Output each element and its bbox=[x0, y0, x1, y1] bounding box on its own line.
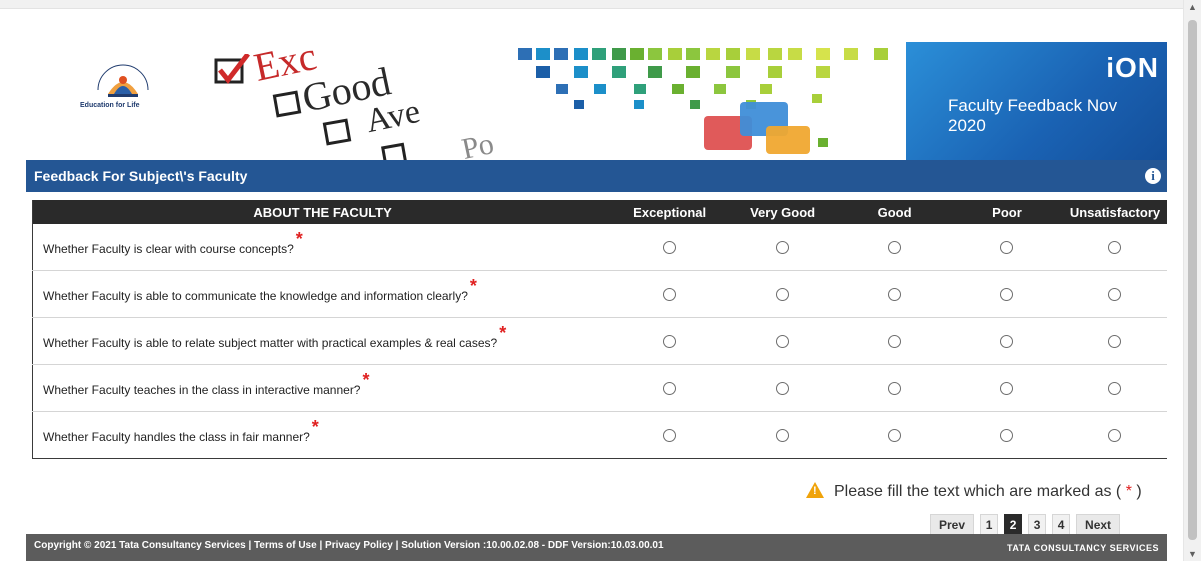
table-row: Whether Faculty is clear with course con… bbox=[32, 224, 1167, 271]
radio-poor[interactable] bbox=[1000, 428, 1014, 442]
speech-bubble-orange-icon bbox=[766, 126, 810, 154]
university-logo-icon bbox=[97, 64, 149, 97]
feedback-banner: Education for Life Exc Good Ave Po iON F… bbox=[26, 42, 1167, 160]
radio-unsatisfactory[interactable] bbox=[1108, 240, 1122, 254]
copyright-text: Copyright © 2021 Tata Consultancy Servic… bbox=[34, 540, 664, 551]
section-header-bar: Feedback For Subject\'s Faculty i bbox=[26, 160, 1167, 192]
section-title: Feedback For Subject\'s Faculty bbox=[34, 168, 248, 184]
faculty-rating-table: ABOUT THE FACULTY Exceptional Very Good … bbox=[32, 200, 1167, 459]
table-row: Whether Faculty is able to relate subjec… bbox=[32, 317, 1167, 365]
radio-poor[interactable] bbox=[1000, 334, 1014, 348]
radio-exceptional[interactable] bbox=[663, 240, 677, 254]
radio-poor[interactable] bbox=[1000, 287, 1014, 301]
radio-unsatisfactory[interactable] bbox=[1108, 381, 1122, 395]
page-button-1[interactable]: 1 bbox=[980, 514, 999, 536]
radio-very-good[interactable] bbox=[776, 287, 790, 301]
required-mark: * bbox=[469, 276, 477, 296]
feedback-title: Faculty Feedback Nov 2020 bbox=[948, 96, 1118, 135]
radio-good[interactable] bbox=[888, 287, 902, 301]
page-button-4[interactable]: 4 bbox=[1052, 514, 1071, 536]
rating-column-header: Exceptional bbox=[612, 200, 728, 224]
radio-unsatisfactory[interactable] bbox=[1108, 428, 1122, 442]
tcs-logo: TATA CONSULTANCY SERVICES bbox=[1007, 543, 1159, 553]
question-text: Whether Faculty handles the class in fai… bbox=[43, 430, 310, 444]
warning-required-mark: * bbox=[1125, 483, 1132, 500]
radio-very-good[interactable] bbox=[776, 428, 790, 442]
radio-exceptional[interactable] bbox=[663, 381, 677, 395]
question-text: Whether Faculty teaches in the class in … bbox=[43, 383, 361, 397]
radio-good[interactable] bbox=[888, 240, 902, 254]
question-text: Whether Faculty is able to communicate t… bbox=[43, 289, 468, 303]
rating-column-header: Poor bbox=[951, 200, 1063, 224]
question-cell: Whether Faculty is clear with course con… bbox=[32, 224, 613, 271]
scroll-up-arrow-icon[interactable]: ▲ bbox=[1184, 0, 1201, 14]
rating-column-header: Very Good bbox=[727, 200, 839, 224]
radio-good[interactable] bbox=[888, 428, 902, 442]
feedback-form-frame: Education for Life Exc Good Ave Po iON F… bbox=[26, 42, 1167, 561]
required-mark: * bbox=[295, 229, 303, 249]
required-mark: * bbox=[362, 370, 370, 390]
table-row: Whether Faculty teaches in the class in … bbox=[32, 364, 1167, 412]
scroll-down-arrow-icon[interactable]: ▼ bbox=[1184, 547, 1201, 561]
question-cell: Whether Faculty is able to communicate t… bbox=[32, 270, 613, 318]
warning-icon: ! bbox=[806, 482, 824, 498]
radio-poor[interactable] bbox=[1000, 381, 1014, 395]
question-cell: Whether Faculty is able to relate subjec… bbox=[32, 317, 613, 365]
radio-exceptional[interactable] bbox=[663, 334, 677, 348]
required-fields-warning: ! Please fill the text which are marked a… bbox=[806, 480, 1142, 501]
radio-good[interactable] bbox=[888, 334, 902, 348]
warning-text: Please fill the text which are marked as… bbox=[834, 483, 1122, 500]
question-column-header: ABOUT THE FACULTY bbox=[32, 200, 613, 224]
info-icon[interactable]: i bbox=[1145, 168, 1161, 184]
table-row: Whether Faculty handles the class in fai… bbox=[33, 412, 1168, 459]
radio-exceptional[interactable] bbox=[663, 428, 677, 442]
radio-very-good[interactable] bbox=[776, 240, 790, 254]
radio-very-good[interactable] bbox=[776, 381, 790, 395]
radio-exceptional[interactable] bbox=[663, 287, 677, 301]
scrollbar-thumb[interactable] bbox=[1188, 20, 1197, 540]
rating-column-header: Unsatisfactory bbox=[1062, 200, 1167, 224]
footer: Copyright © 2021 Tata Consultancy Servic… bbox=[26, 534, 1167, 561]
table-header-row: ABOUT THE FACULTY Exceptional Very Good … bbox=[32, 200, 1167, 224]
table-row: Whether Faculty is able to communicate t… bbox=[32, 270, 1167, 318]
required-mark: * bbox=[499, 323, 507, 343]
prev-page-button[interactable]: Prev bbox=[930, 514, 975, 536]
radio-good[interactable] bbox=[888, 381, 902, 395]
browser-top-edge bbox=[0, 0, 1201, 9]
banner-word-poor: Po bbox=[458, 127, 497, 160]
ion-logo: iON bbox=[1106, 52, 1159, 83]
next-page-button[interactable]: Next bbox=[1076, 514, 1121, 536]
warning-close-paren: ) bbox=[1136, 483, 1142, 500]
radio-very-good[interactable] bbox=[776, 334, 790, 348]
required-mark: * bbox=[311, 417, 319, 437]
question-text: Whether Faculty is able to relate subjec… bbox=[43, 336, 498, 350]
logo-tagline: Education for Life bbox=[80, 102, 140, 109]
page-button-3[interactable]: 3 bbox=[1028, 514, 1047, 536]
page-button-2[interactable]: 2 bbox=[1004, 514, 1023, 536]
radio-poor[interactable] bbox=[1000, 240, 1014, 254]
question-text: Whether Faculty is clear with course con… bbox=[43, 242, 294, 256]
rating-column-header: Good bbox=[838, 200, 952, 224]
pagination: Prev 1 2 3 4 Next bbox=[930, 514, 1121, 536]
question-cell: Whether Faculty teaches in the class in … bbox=[32, 364, 613, 412]
tcs-company-name: TATA CONSULTANCY SERVICES bbox=[1006, 543, 1159, 553]
radio-unsatisfactory[interactable] bbox=[1108, 287, 1122, 301]
radio-unsatisfactory[interactable] bbox=[1108, 334, 1122, 348]
ion-brand-panel: iON Faculty Feedback Nov 2020 bbox=[906, 42, 1167, 160]
question-cell: Whether Faculty handles the class in fai… bbox=[33, 412, 613, 459]
vertical-scrollbar[interactable]: ▲ ▼ bbox=[1183, 0, 1201, 561]
